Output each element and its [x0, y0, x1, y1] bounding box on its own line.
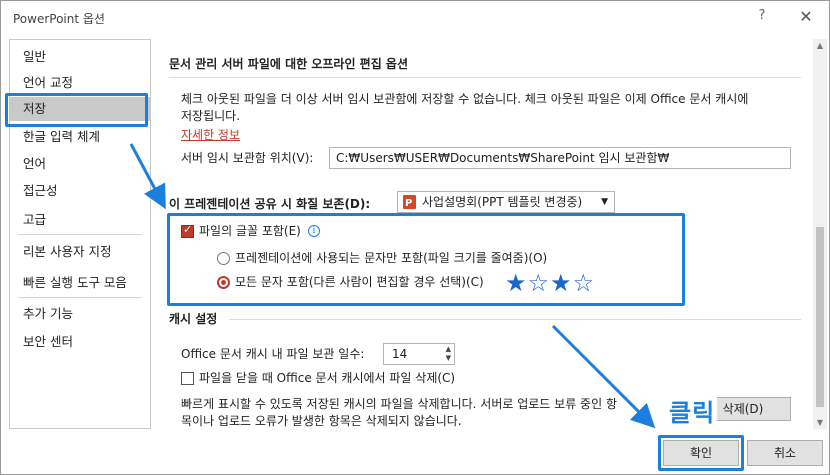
sidebar-divider — [18, 297, 142, 298]
cache-days-stepper[interactable]: 14 ▲ ▼ — [383, 343, 455, 365]
sidebar-item-advanced[interactable]: 고급 — [10, 208, 150, 232]
drafts-location-label: 서버 임시 보관함 위치(V): — [181, 151, 314, 165]
powerpoint-file-icon — [403, 194, 416, 214]
cache-info-line2: 목이나 업로드 오류가 발생한 항목은 삭제되지 않습니다. — [181, 414, 462, 428]
section-divider — [169, 77, 801, 78]
stepper-arrows-icon[interactable]: ▲ ▼ — [446, 345, 451, 363]
scroll-up-icon[interactable]: ▲ — [813, 41, 827, 50]
cache-info-line1: 빠르게 표시할 수 있도록 저장된 캐시의 파일을 삭제합니다. 서버로 업로드… — [181, 397, 617, 411]
sidebar-item-accessibility[interactable]: 접근성 — [10, 179, 150, 203]
offline-description-line1: 체크 아웃된 파일을 더 이상 서버 임시 보관함에 저장할 수 없습니다. 체… — [181, 92, 749, 106]
fidelity-section-label: 이 프레젠테이션 공유 시 화질 보존(D): — [169, 197, 371, 211]
presentation-select-value: 사업설명회(PPT 템플릿 변경중) — [422, 195, 583, 209]
sidebar-item-trust-center[interactable]: 보안 센터 — [10, 330, 150, 354]
sidebar-item-add-ins[interactable]: 추가 기능 — [10, 302, 150, 326]
sidebar-item-general[interactable]: 일반 — [10, 45, 150, 69]
title-bar: PowerPoint 옵션 ? ✕ — [1, 1, 829, 34]
chevron-down-icon: ▼ — [601, 197, 608, 207]
ok-highlight-box — [658, 435, 744, 471]
sidebar-divider — [18, 234, 142, 235]
save-highlight-box — [5, 93, 148, 127]
more-info-link[interactable]: 자세한 정보 — [181, 126, 240, 143]
content-scrollbar[interactable]: ▲ ▼ — [813, 39, 827, 429]
options-dialog: PowerPoint 옵션 ? ✕ 일반 언어 교정 저장 한글 입력 체계 언… — [0, 0, 830, 475]
presentation-select[interactable]: 사업설명회(PPT 템플릿 변경중) ▼ — [397, 191, 615, 214]
sidebar-item-language[interactable]: 언어 — [10, 152, 150, 176]
offline-description-line2: 저장됩니다. — [181, 109, 241, 123]
click-annotation: 클릭 — [667, 393, 718, 428]
offline-editing-section-title: 문서 관리 서버 파일에 대한 오프라인 편집 옵션 — [169, 57, 409, 71]
cancel-button[interactable]: 취소 — [747, 440, 823, 466]
sidebar-item-korean-input[interactable]: 한글 입력 체계 — [10, 125, 150, 149]
delete-on-close-label: 파일을 닫을 때 Office 문서 캐시에서 파일 삭제(C) — [199, 371, 456, 385]
font-embed-highlight-box — [167, 213, 685, 306]
delete-on-close-checkbox[interactable] — [181, 372, 194, 385]
cache-days-label: Office 문서 캐시 내 파일 보관 일수: — [181, 347, 365, 361]
section-divider — [229, 319, 801, 320]
scroll-thumb[interactable] — [816, 227, 824, 407]
help-icon[interactable]: ? — [753, 8, 771, 26]
window-title: PowerPoint 옵션 — [13, 12, 105, 26]
cache-section-title: 캐시 설정 — [169, 312, 218, 326]
scroll-down-icon[interactable]: ▼ — [813, 418, 827, 427]
sidebar-item-proofing[interactable]: 언어 교정 — [10, 71, 150, 95]
close-icon[interactable]: ✕ — [796, 7, 816, 27]
drafts-location-input[interactable]: C:₩Users₩USER₩Documents₩SharePoint 임시 보관… — [329, 147, 791, 169]
sidebar-item-customize-ribbon[interactable]: 리본 사용자 지정 — [10, 240, 150, 264]
sidebar-item-quick-access-toolbar[interactable]: 빠른 실행 도구 모음 — [10, 271, 150, 295]
cache-days-value: 14 — [392, 347, 408, 361]
